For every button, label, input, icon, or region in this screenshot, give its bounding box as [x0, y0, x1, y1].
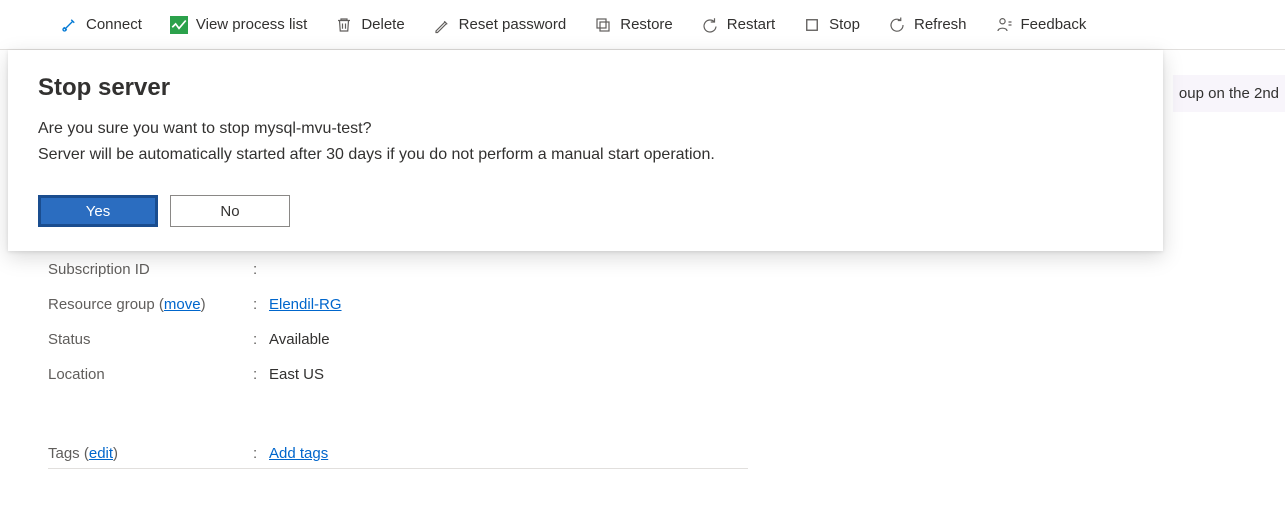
delete-icon — [335, 16, 353, 34]
feedback-label: Feedback — [1021, 16, 1087, 33]
refresh-label: Refresh — [914, 16, 967, 33]
tags-row: Tags (edit) : Add tags — [48, 436, 748, 469]
status-row: Status : Available — [48, 322, 748, 357]
dialog-line2: Server will be automatically started aft… — [38, 142, 1133, 168]
status-label: Status — [48, 331, 253, 348]
process-list-icon — [170, 16, 188, 34]
feedback-icon — [995, 16, 1013, 34]
resource-group-value[interactable]: Elendil-RG — [269, 296, 342, 313]
stop-icon — [803, 16, 821, 34]
stop-label: Stop — [829, 16, 860, 33]
refresh-icon — [888, 16, 906, 34]
reset-password-label: Reset password — [459, 16, 567, 33]
detail-colon: : — [253, 366, 269, 383]
connect-icon — [60, 16, 78, 34]
resource-group-label: Resource group (move) — [48, 296, 253, 313]
status-value: Available — [269, 331, 330, 348]
dialog-title: Stop server — [38, 74, 1133, 102]
detail-colon: : — [253, 296, 269, 313]
resource-group-row: Resource group (move) : Elendil-RG — [48, 287, 748, 322]
no-button[interactable]: No — [170, 195, 290, 227]
dialog-buttons: Yes No — [38, 195, 1133, 227]
restore-icon — [594, 16, 612, 34]
view-process-list-label: View process list — [196, 16, 307, 33]
restore-button[interactable]: Restore — [582, 10, 685, 40]
connect-button[interactable]: Connect — [48, 10, 154, 40]
tags-label: Tags (edit) — [48, 445, 253, 462]
resource-details: Subscription ID : Resource group (move) … — [48, 252, 748, 469]
view-process-list-button[interactable]: View process list — [158, 10, 319, 40]
command-toolbar: Connect View process list Delete Reset p… — [0, 0, 1285, 50]
detail-colon: : — [253, 261, 269, 278]
restart-label: Restart — [727, 16, 775, 33]
edit-tags-link[interactable]: edit — [89, 445, 113, 462]
stop-server-dialog: Stop server Are you sure you want to sto… — [8, 50, 1163, 251]
subscription-id-row: Subscription ID : — [48, 252, 748, 287]
subscription-id-label: Subscription ID — [48, 261, 253, 278]
detail-colon: : — [253, 445, 269, 462]
location-label: Location — [48, 366, 253, 383]
delete-label: Delete — [361, 16, 404, 33]
dialog-line1: Are you sure you want to stop mysql-mvu-… — [38, 116, 1133, 142]
stop-button[interactable]: Stop — [791, 10, 872, 40]
location-row: Location : East US — [48, 357, 748, 392]
detail-colon: : — [253, 331, 269, 348]
notification-banner-fragment: oup on the 2nd — [1173, 75, 1285, 112]
connect-label: Connect — [86, 16, 142, 33]
reset-password-icon — [433, 16, 451, 34]
restart-button[interactable]: Restart — [689, 10, 787, 40]
feedback-button[interactable]: Feedback — [983, 10, 1099, 40]
yes-button[interactable]: Yes — [38, 195, 158, 227]
reset-password-button[interactable]: Reset password — [421, 10, 579, 40]
restore-label: Restore — [620, 16, 673, 33]
delete-button[interactable]: Delete — [323, 10, 416, 40]
restart-icon — [701, 16, 719, 34]
move-link[interactable]: move — [164, 296, 201, 313]
dialog-body: Are you sure you want to stop mysql-mvu-… — [38, 116, 1133, 167]
refresh-button[interactable]: Refresh — [876, 10, 979, 40]
location-value: East US — [269, 366, 324, 383]
add-tags-link[interactable]: Add tags — [269, 445, 328, 462]
